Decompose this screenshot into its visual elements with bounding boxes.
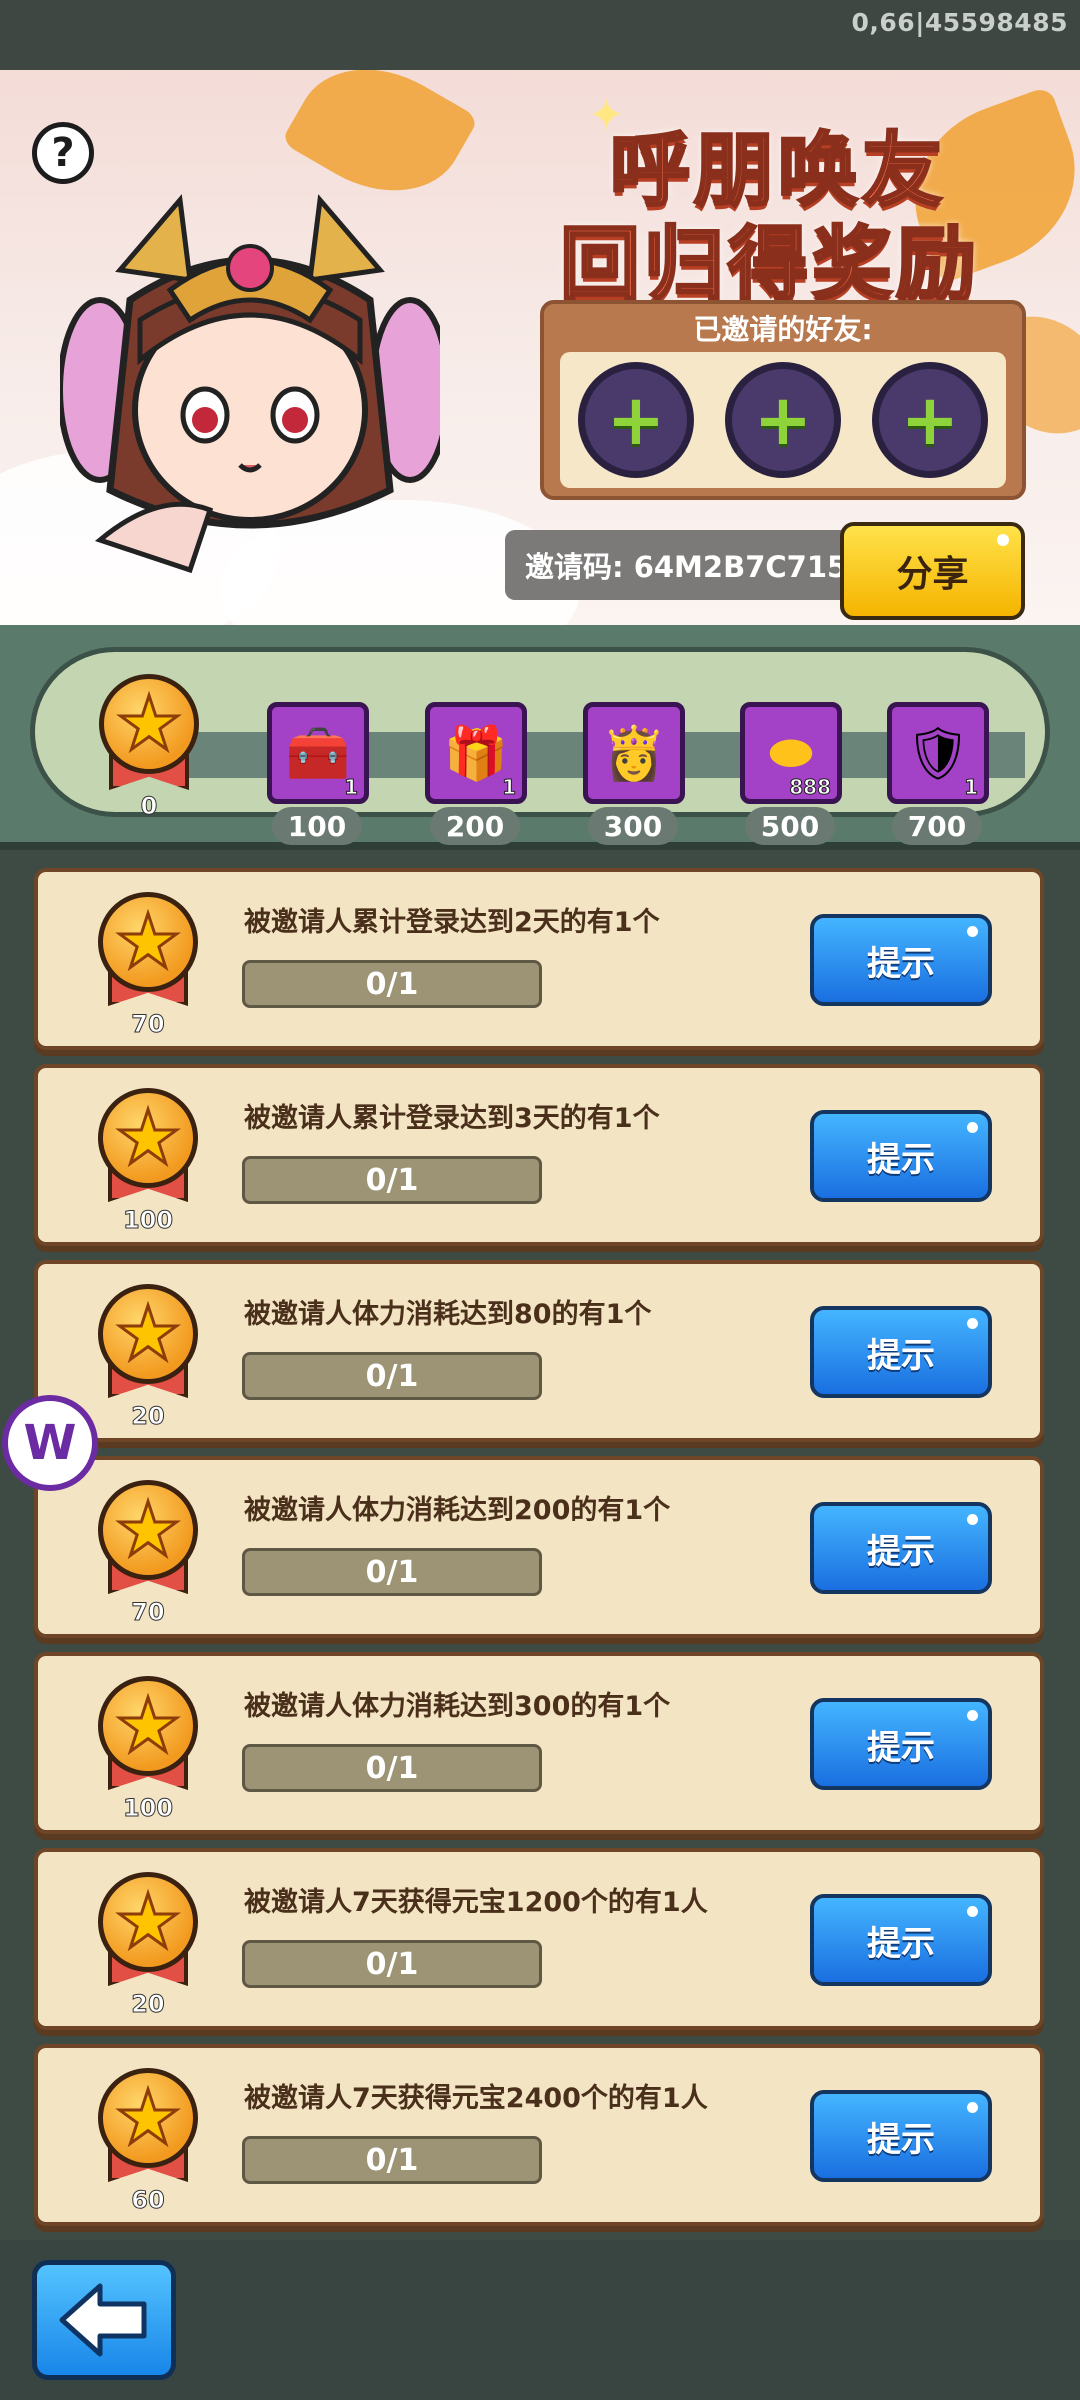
reward-progress-panel: ★ 0 🧰 1 100 🎁 1 200 👸 300 ⬬ 888 500 🛡 1 … <box>0 625 1080 850</box>
add-friend-slot-2[interactable]: + <box>725 362 841 478</box>
task-card: ★ 70 被邀请人累计登录达到2天的有1个 0/1 提示 <box>34 868 1044 1050</box>
add-friend-slot-1[interactable]: + <box>578 362 694 478</box>
upgrade-chest-icon: 🧰 <box>285 723 351 784</box>
task-points: 20 <box>131 1402 165 1431</box>
floating-w-logo[interactable]: W <box>2 1395 98 1491</box>
back-arrow-icon <box>59 2283 147 2357</box>
task-points-medal: ★ 60 <box>98 2068 198 2218</box>
hint-button[interactable]: 提示 <box>810 1894 992 1986</box>
add-friend-slot-3[interactable]: + <box>872 362 988 478</box>
task-description: 被邀请人累计登录达到3天的有1个 <box>244 1103 660 1134</box>
invited-friends-panel: 已邀请的好友: + + + <box>540 300 1026 500</box>
task-points: 20 <box>131 1990 165 2019</box>
plus-icon: + <box>753 379 813 461</box>
upgrade-chest-icon: 🎁 <box>443 723 509 784</box>
task-description: 被邀请人7天获得元宝1200个的有1人 <box>244 1887 708 1918</box>
star-medal-icon: ★ <box>98 892 198 992</box>
task-points-medal: ★ 70 <box>98 892 198 1042</box>
share-button[interactable]: 分享 <box>840 522 1025 620</box>
share-button-label: 分享 <box>896 554 969 595</box>
bottom-bar <box>0 2240 1080 2400</box>
task-card: ★ 60 被邀请人7天获得元宝2400个的有1人 0/1 提示 <box>34 2044 1044 2226</box>
fps-readout: 0,66|45598485 <box>851 8 1068 37</box>
reward-threshold: 300 <box>588 807 678 845</box>
task-points-medal: ★ 100 <box>98 1088 198 1238</box>
hint-button[interactable]: 提示 <box>810 1502 992 1594</box>
reward-threshold: 100 <box>272 807 362 845</box>
task-points: 70 <box>131 1598 165 1627</box>
task-progress: 0/1 <box>242 1548 542 1596</box>
task-description: 被邀请人累计登录达到2天的有1个 <box>244 907 660 938</box>
task-points-medal: ★ 100 <box>98 1676 198 1826</box>
task-points: 70 <box>131 1010 165 1039</box>
task-description: 被邀请人体力消耗达到200的有1个 <box>244 1495 671 1526</box>
back-button[interactable] <box>32 2260 176 2380</box>
task-progress: 0/1 <box>242 960 542 1008</box>
points-medal: ★ 0 <box>99 674 199 824</box>
reward-item-1[interactable]: 🧰 1 <box>267 702 369 804</box>
status-bar: 0,66|45598485 <box>0 0 1080 70</box>
hint-button[interactable]: 提示 <box>810 1698 992 1790</box>
hint-button[interactable]: 提示 <box>810 1110 992 1202</box>
reward-progress-track: ★ 0 🧰 1 100 🎁 1 200 👸 300 ⬬ 888 500 🛡 1 … <box>30 647 1050 845</box>
task-points: 60 <box>131 2186 165 2215</box>
task-points: 100 <box>122 1206 174 1235</box>
hint-button[interactable]: 提示 <box>810 1306 992 1398</box>
task-description: 被邀请人体力消耗达到300的有1个 <box>244 1691 671 1722</box>
task-card: ★ 100 被邀请人体力消耗达到300的有1个 0/1 提示 <box>34 1652 1044 1834</box>
reward-threshold: 200 <box>430 807 520 845</box>
task-progress: 0/1 <box>242 2136 542 2184</box>
hero-portrait-icon: 👸 <box>601 723 667 784</box>
task-progress: 0/1 <box>242 1744 542 1792</box>
task-progress: 0/1 <box>242 1352 542 1400</box>
task-points-medal: ★ 20 <box>98 1284 198 1434</box>
invite-code: 邀请码: 64M2B7C715 <box>505 530 855 600</box>
star-medal-icon: ★ <box>98 1284 198 1384</box>
reward-count: 1 <box>344 775 359 800</box>
star-medal-icon: ★ <box>98 2068 198 2168</box>
friend-slots: + + + <box>560 352 1006 488</box>
task-points-medal: ★ 70 <box>98 1480 198 1630</box>
reward-count: 888 <box>789 775 832 800</box>
plus-icon: + <box>900 379 960 461</box>
reward-count: 1 <box>502 775 517 800</box>
reward-item-2[interactable]: 🎁 1 <box>425 702 527 804</box>
hero-character-illustration <box>60 194 440 574</box>
reward-count: 1 <box>964 775 979 800</box>
star-medal-icon: ★ <box>98 1872 198 1972</box>
star-medal-icon: ★ <box>98 1676 198 1776</box>
current-points: 0 <box>140 792 158 821</box>
star-medal-icon: ★ <box>99 674 199 774</box>
reward-threshold: 500 <box>745 807 835 845</box>
reward-threshold: 700 <box>892 807 982 845</box>
invited-friends-label: 已邀请的好友: <box>693 313 873 346</box>
task-card: ★ 20 被邀请人7天获得元宝1200个的有1人 0/1 提示 <box>34 1848 1044 2030</box>
task-description: 被邀请人体力消耗达到80的有1个 <box>244 1299 652 1330</box>
armor-icon: 🛡 <box>904 723 971 784</box>
hint-button[interactable]: 提示 <box>810 2090 992 2182</box>
banner-title-line2: 回归得奖励 <box>559 217 980 313</box>
reward-item-4[interactable]: ⬬ 888 <box>740 702 842 804</box>
invite-banner: ? ✦ 呼朋唤友 回归得奖励 已邀请的好友: + + + 邀请码: 64M2B7… <box>0 70 1080 625</box>
task-points: 100 <box>122 1794 174 1823</box>
task-card: ★ 100 被邀请人累计登录达到3天的有1个 0/1 提示 <box>34 1064 1044 1246</box>
star-medal-icon: ★ <box>98 1088 198 1188</box>
task-card: ★ 20 被邀请人体力消耗达到80的有1个 0/1 提示 <box>34 1260 1044 1442</box>
task-progress: 0/1 <box>242 1156 542 1204</box>
task-progress: 0/1 <box>242 1940 542 1988</box>
task-description: 被邀请人7天获得元宝2400个的有1人 <box>244 2083 708 2114</box>
plus-icon: + <box>606 379 666 461</box>
hint-button[interactable]: 提示 <box>810 914 992 1006</box>
star-medal-icon: ★ <box>98 1480 198 1580</box>
task-card: ★ 70 被邀请人体力消耗达到200的有1个 0/1 提示 <box>34 1456 1044 1638</box>
reward-item-5[interactable]: 🛡 1 <box>887 702 989 804</box>
task-points-medal: ★ 20 <box>98 1872 198 2022</box>
reward-item-3[interactable]: 👸 <box>583 702 685 804</box>
